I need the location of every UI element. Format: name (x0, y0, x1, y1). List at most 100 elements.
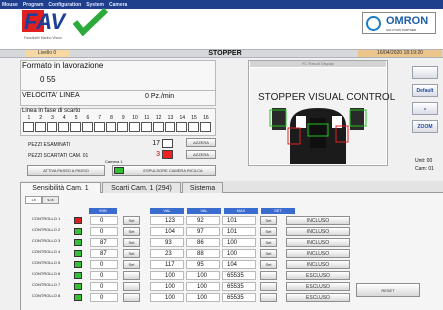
include-toggle[interactable]: INCLUSO (286, 216, 350, 225)
control-value: 97 (186, 227, 220, 236)
scarto-num: 6 (86, 115, 90, 121)
menu-configuration[interactable]: Configuration (48, 2, 81, 8)
scarto-cell[interactable] (58, 122, 70, 132)
set-button[interactable]: Set (123, 216, 140, 225)
set-button[interactable] (260, 293, 277, 302)
scarto-title: Linea in fase di scarto (22, 108, 81, 114)
include-toggle[interactable]: INCLUSO (286, 238, 350, 247)
scarto-num: 7 (98, 115, 102, 121)
set-button[interactable] (260, 271, 277, 280)
scarto-cell[interactable] (105, 122, 117, 132)
side-blank-button[interactable] (412, 66, 438, 79)
control-name: CONTROLLO 5 (32, 260, 61, 265)
control-value: 65535 (222, 293, 256, 302)
set-button[interactable]: Set (123, 238, 140, 247)
scarto-num: 4 (62, 115, 66, 121)
set-button[interactable]: Set (260, 216, 277, 225)
control-led (74, 294, 82, 301)
app-window: Mouse Program Configuration System Camer… (0, 0, 443, 310)
include-toggle[interactable]: ESCLUSO (286, 293, 350, 302)
set-button[interactable]: Set (123, 249, 140, 258)
attiva-passo-button[interactable]: ATTIVA PASSO A PASSO (27, 165, 105, 176)
control-value: 92 (186, 216, 220, 225)
reset-button[interactable]: RESET (356, 283, 420, 297)
scarto-cell[interactable] (152, 122, 164, 132)
set-button[interactable]: Set (260, 227, 277, 236)
azzera-esaminati-button[interactable]: AZZERA (186, 138, 216, 147)
set-button[interactable]: Set (123, 227, 140, 236)
formato-title: Formato in lavorazione (22, 61, 104, 70)
control-value: 101 (222, 216, 256, 225)
include-toggle[interactable]: INCLUSO (286, 260, 350, 269)
control-name: CONTROLLO 6 (32, 271, 61, 276)
zoom-out-button[interactable]: - (412, 102, 438, 115)
include-toggle[interactable]: ESCLUSO (286, 282, 350, 291)
scarto-num: 3 (51, 115, 54, 121)
menu-program[interactable]: Program (23, 2, 44, 8)
include-toggle[interactable]: INCLUSO (286, 249, 350, 258)
scarto-cell[interactable] (70, 122, 81, 132)
omron-logo: OMRON SOLUTION PARTNER (362, 12, 436, 34)
scarto-cell[interactable] (129, 122, 140, 132)
azzera-scartati-button[interactable]: AZZERA (186, 150, 216, 159)
scarto-cell[interactable] (93, 122, 105, 132)
control-row: CONTROLLO 6 0 100 100 65535 ESCLUSO (26, 271, 366, 281)
control-value: 65535 (222, 282, 256, 291)
scarto-cell[interactable] (34, 122, 46, 132)
default-button[interactable]: Default (412, 84, 438, 97)
control-name: CONTROLLO 7 (32, 282, 61, 287)
menu-system[interactable]: System (86, 2, 104, 8)
zoom-button[interactable]: ZOOM (412, 120, 438, 133)
set-button[interactable]: Set (123, 260, 140, 269)
include-toggle[interactable]: INCLUSO (286, 227, 350, 236)
control-row: CONTROLLO 8 0 100 100 65535 ESCLUSO (26, 293, 366, 303)
scarto-num: 9 (121, 115, 125, 121)
velocita-label: VELOCITA' LINEA (22, 92, 80, 99)
control-led (74, 228, 82, 235)
control-value: 100 (222, 249, 256, 258)
scarto-cell[interactable] (164, 122, 176, 132)
scarto-cell[interactable] (176, 122, 188, 132)
scarto-cell[interactable] (140, 122, 152, 132)
control-value: 100 (222, 238, 256, 247)
scarto-cell[interactable] (117, 122, 129, 132)
control-name: CONTROLLO 3 (32, 238, 61, 243)
scarto-num: 11 (144, 115, 150, 121)
scarto-cell[interactable] (23, 122, 34, 132)
set-button[interactable]: Set (260, 249, 277, 258)
velocita-value: 0 Pz./min (145, 93, 175, 100)
control-value: 23 (150, 249, 184, 258)
set-button[interactable]: Set (260, 260, 277, 269)
set-button[interactable] (123, 293, 140, 302)
control-row: CONTROLLO 7 0 100 100 65535 ESCLUSO (26, 282, 366, 292)
scarto-cell[interactable] (199, 122, 211, 132)
set-button[interactable] (123, 282, 140, 291)
grid-header-cell: SET (261, 208, 295, 214)
control-value: 0 (90, 282, 118, 291)
menu-mouse[interactable]: Mouse (2, 2, 18, 8)
control-value: 0 (90, 293, 118, 302)
scarto-cell[interactable] (46, 122, 58, 132)
scarto-num: 10 (132, 115, 138, 121)
omron-brand: OMRON (386, 15, 429, 27)
set-button[interactable]: Set (260, 238, 277, 247)
control-name: CONTROLLO 4 (32, 249, 61, 254)
set-button[interactable] (260, 282, 277, 291)
set-button[interactable] (123, 271, 140, 280)
svg-text:FAV: FAV (24, 9, 67, 34)
grid-header-cell: VAL (150, 208, 184, 214)
scarto-cell[interactable] (188, 122, 199, 132)
scarto-numbers: 1 2 3 4 5 6 7 8 9 10 11 12 13 14 15 16 (23, 115, 213, 121)
scarto-num: 16 (203, 115, 209, 121)
espulsore-button[interactable]: ESPULSORE CAMERA RICILCA (112, 165, 216, 176)
control-value: 95 (186, 260, 220, 269)
scarto-cell[interactable] (81, 122, 93, 132)
grid-header-cell: MIN (89, 208, 117, 214)
include-toggle[interactable]: ESCLUSO (286, 271, 350, 280)
control-value: 86 (186, 238, 220, 247)
menu-camera[interactable]: Camera (109, 2, 127, 8)
subtab-1-8[interactable]: 1-8 (25, 196, 42, 204)
scarto-num: 2 (39, 115, 43, 121)
esaminati-indicator (162, 139, 173, 148)
subtab-9-16[interactable]: 9-16 (42, 196, 59, 204)
